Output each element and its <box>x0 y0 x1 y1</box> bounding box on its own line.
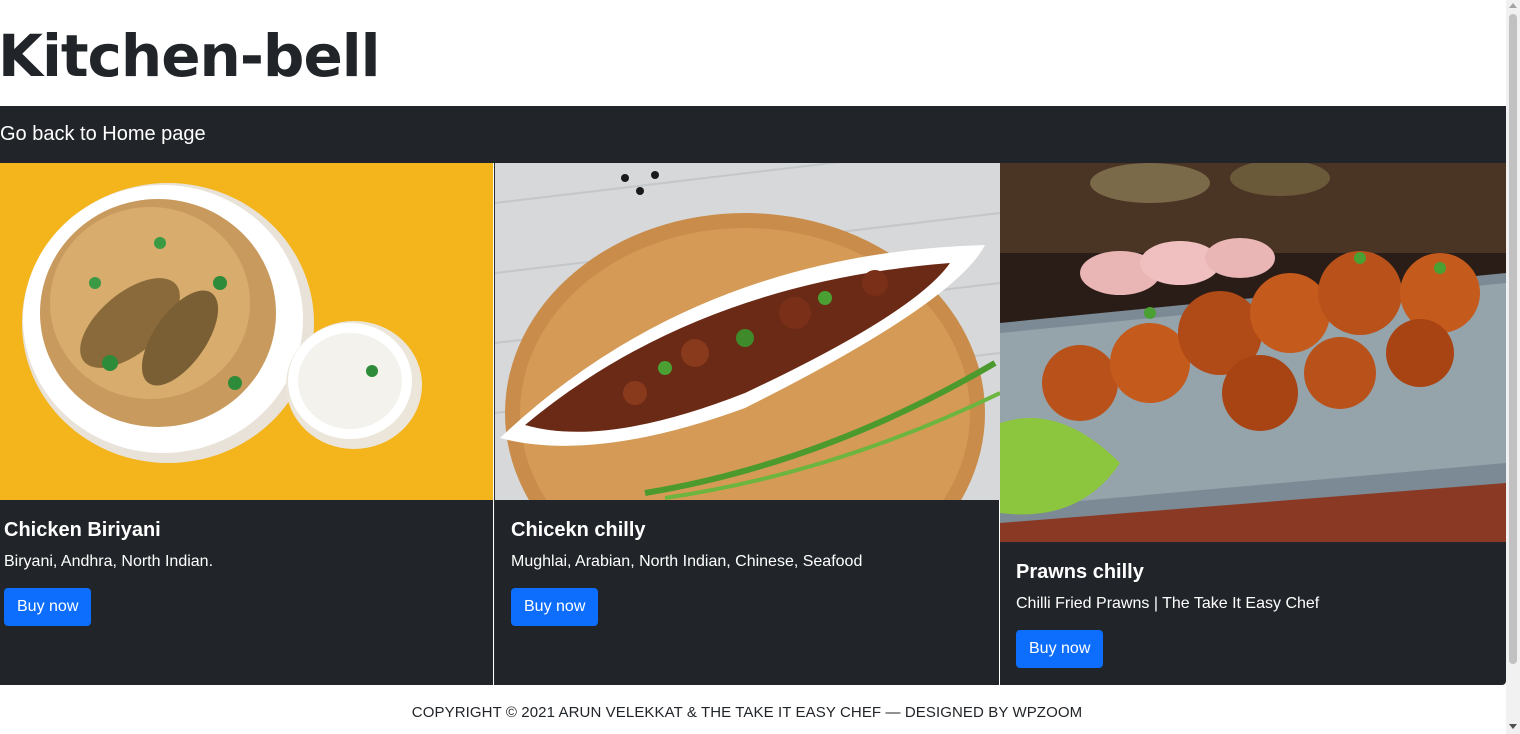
card-title: Prawns chilly <box>1016 561 1144 583</box>
buy-now-button[interactable]: Buy now <box>4 588 92 626</box>
vertical-scrollbar[interactable] <box>1506 0 1520 734</box>
buy-now-button[interactable]: Buy now <box>511 588 599 626</box>
card-image-chicken-chilly <box>495 163 1000 500</box>
page: Kitchen-bell Go back to Home page Chicke… <box>0 0 1506 734</box>
buy-now-button[interactable]: Buy now <box>1016 630 1104 668</box>
product-card-prawns-chilly: Prawns chilly Chilli Fried Prawns | The … <box>1000 163 1506 685</box>
scroll-thumb[interactable] <box>1509 14 1517 664</box>
home-page-link[interactable]: Go back to Home page <box>0 122 206 146</box>
scroll-down-arrow-icon[interactable] <box>1509 724 1517 729</box>
card-text: Chilli Fried Prawns | The Take It Easy C… <box>1016 595 1320 612</box>
site-title: Kitchen-bell <box>0 22 381 90</box>
navbar: Go back to Home page <box>0 106 1506 163</box>
card-text: Biryani, Andhra, North Indian. <box>4 553 214 570</box>
card-image-biriyani <box>0 163 493 500</box>
card-title: Chicken Biriyani <box>4 519 161 541</box>
product-card-chicken-biriyani: Chicken Biriyani Biryani, Andhra, North … <box>0 163 493 685</box>
scroll-up-arrow-icon[interactable] <box>1509 3 1517 8</box>
product-card-chicken-chilly: Chicekn chilly Mughlai, Arabian, North I… <box>494 163 1000 685</box>
footer-copyright: COPYRIGHT © 2021 ARUN VELEKKAT & THE TAK… <box>411 704 1083 721</box>
product-card-group: Chicken Biriyani Biryani, Andhra, North … <box>0 163 1506 685</box>
card-image-prawns-chilly <box>1000 163 1506 542</box>
card-text: Mughlai, Arabian, North Indian, Chinese,… <box>511 553 863 570</box>
card-title: Chicekn chilly <box>511 519 646 541</box>
